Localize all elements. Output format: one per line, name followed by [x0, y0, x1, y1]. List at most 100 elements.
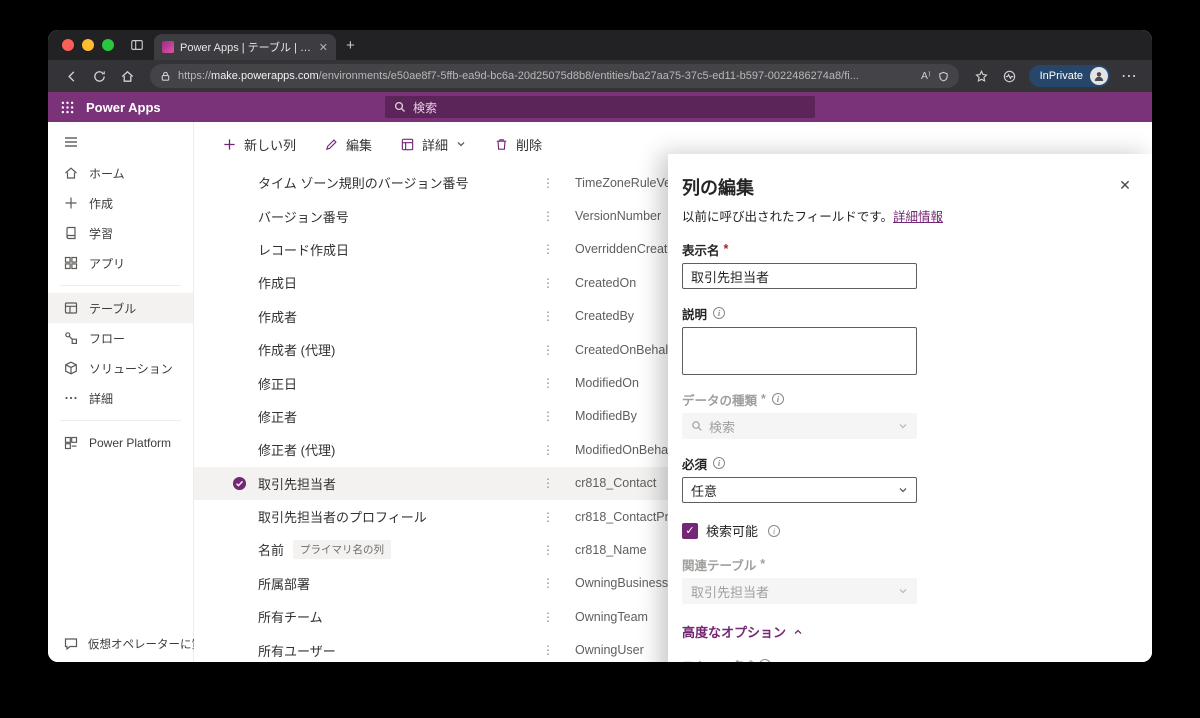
row-check-placeholder: [232, 175, 258, 191]
column-display-name: レコード作成日: [258, 242, 350, 258]
row-check-placeholder: [232, 575, 258, 591]
browser-menu-icon[interactable]: ⋯: [1116, 64, 1142, 88]
learn-more-link[interactable]: 詳細情報: [893, 210, 943, 224]
power-apps-favicon: [162, 41, 174, 53]
column-schema-name: OwningTeam: [575, 609, 648, 624]
new-tab-button[interactable]: +: [346, 37, 355, 54]
sidebar-items: ホーム 作成 学習アプリテーブル フロー ソリューション詳細 Power Platform: [48, 158, 193, 458]
row-menu-icon[interactable]: ⋮: [542, 243, 554, 255]
column-display-name: 作成者 (代理): [258, 343, 336, 359]
sidebar-item-label: アプリ: [89, 256, 126, 271]
inprivate-badge[interactable]: InPrivate: [1028, 65, 1110, 87]
plus-icon: [222, 137, 237, 152]
sidebar-item[interactable]: 作成: [48, 188, 193, 218]
browser-essentials-icon[interactable]: [997, 64, 1023, 88]
related-table-label: 関連テーブル *: [682, 557, 766, 573]
searchable-checkbox[interactable]: ✓: [682, 522, 698, 539]
row-menu-icon[interactable]: ⋮: [542, 577, 554, 589]
new-column-button[interactable]: 新しい列: [222, 135, 296, 154]
hamburger-icon[interactable]: [63, 134, 79, 150]
plus-icon: [63, 195, 79, 211]
info-icon[interactable]: i: [759, 659, 772, 662]
waffle-menu-icon[interactable]: [52, 92, 82, 122]
display-name-input[interactable]: [682, 263, 917, 289]
inprivate-label: InPrivate: [1039, 70, 1083, 82]
column-display-name: 所属部署: [258, 576, 311, 592]
sidebar-item[interactable]: フロー: [48, 323, 193, 353]
column-display-name: 修正者 (代理): [258, 443, 336, 459]
window-zoom-button[interactable]: [102, 39, 114, 51]
column-schema-name: ModifiedOn: [575, 376, 639, 391]
column-display-name: 名前: [258, 543, 285, 559]
column-display-name: 取引先担当者: [258, 476, 337, 492]
info-icon[interactable]: i: [713, 307, 726, 319]
lock-icon: [161, 71, 170, 81]
row-menu-icon[interactable]: ⋮: [542, 177, 554, 189]
chevron-down-icon: [456, 139, 466, 149]
sidebar-item[interactable]: ホーム: [48, 158, 193, 188]
row-menu-icon[interactable]: ⋮: [542, 210, 554, 222]
row-check-placeholder: [232, 509, 258, 525]
sidebar-item[interactable]: アプリ: [48, 248, 193, 278]
row-check-placeholder: [232, 408, 258, 424]
refresh-icon[interactable]: [86, 64, 112, 88]
required-asterisk: *: [760, 557, 766, 571]
row-menu-icon[interactable]: ⋮: [542, 511, 554, 523]
row-menu-icon[interactable]: ⋮: [542, 310, 554, 322]
back-icon[interactable]: [58, 64, 84, 88]
details-menu-button[interactable]: 詳細: [400, 135, 466, 154]
info-icon[interactable]: i: [768, 524, 781, 537]
trash-icon: [494, 137, 509, 152]
chevron-down-icon: [898, 421, 908, 431]
tab-close-icon[interactable]: ✕: [319, 41, 328, 54]
read-aloud-icon[interactable]: A⁾: [921, 70, 931, 82]
row-menu-icon[interactable]: ⋮: [542, 477, 554, 489]
window-minimize-button[interactable]: [82, 39, 94, 51]
url-text: https://make.powerapps.com/environments/…: [178, 70, 859, 82]
home-icon: [63, 165, 79, 181]
row-menu-icon[interactable]: ⋮: [542, 410, 554, 422]
global-search-input[interactable]: 検索: [385, 96, 815, 118]
search-icon: [394, 101, 405, 112]
panel-subtitle: 以前に呼び出されたフィールドです。詳細情報: [682, 210, 944, 224]
sidebar-item[interactable]: Power Platform: [48, 428, 193, 458]
sidebar-item[interactable]: 詳細: [48, 383, 193, 413]
window-close-button[interactable]: [62, 39, 74, 51]
row-menu-icon[interactable]: ⋮: [542, 277, 554, 289]
pencil-icon: [324, 137, 339, 152]
row-menu-icon[interactable]: ⋮: [542, 544, 554, 556]
edit-button[interactable]: 編集: [324, 135, 372, 154]
vertical-tabs-icon[interactable]: [126, 34, 148, 56]
advanced-options-link[interactable]: 高度なオプション: [682, 622, 1136, 641]
info-icon[interactable]: i: [713, 457, 726, 469]
delete-button[interactable]: 削除: [494, 135, 542, 154]
browser-tab[interactable]: Power Apps | テーブル | 取引先担 ✕: [154, 34, 336, 60]
tracking-prevention-icon[interactable]: [938, 71, 949, 82]
row-menu-icon[interactable]: ⋮: [542, 444, 554, 456]
required-dropdown[interactable]: 任意: [682, 477, 917, 503]
info-icon[interactable]: i: [771, 393, 784, 405]
home-icon[interactable]: [114, 64, 140, 88]
sidebar-item-virtual-agent[interactable]: 仮想オペレーターに質問: [48, 636, 215, 652]
row-menu-icon[interactable]: ⋮: [542, 377, 554, 389]
profile-avatar[interactable]: [1090, 67, 1108, 85]
column-schema-name: ModifiedBy: [575, 409, 637, 424]
close-icon[interactable]: ✕: [1114, 174, 1136, 196]
row-menu-icon[interactable]: ⋮: [542, 611, 554, 623]
sidebar-item[interactable]: ソリューション: [48, 353, 193, 383]
description-textarea[interactable]: [682, 327, 917, 375]
sidebar-item-label: 詳細: [89, 391, 114, 406]
searchable-field: ✓ 検索可能 i: [682, 521, 1136, 540]
row-menu-icon[interactable]: ⋮: [542, 344, 554, 356]
sidebar-divider: [60, 285, 181, 286]
sidebar-item[interactable]: 学習: [48, 218, 193, 248]
sidebar-item[interactable]: テーブル: [48, 293, 193, 323]
column-schema-name: cr818_Name: [575, 542, 647, 557]
app-title[interactable]: Power Apps: [86, 100, 161, 115]
favorites-star-icon[interactable]: [969, 64, 995, 88]
row-menu-icon[interactable]: ⋮: [542, 644, 554, 656]
details-icon: [400, 137, 415, 152]
address-bar[interactable]: https://make.powerapps.com/environments/…: [150, 64, 959, 88]
table-icon: [63, 300, 79, 316]
display-name-label: 表示名 *: [682, 242, 729, 258]
